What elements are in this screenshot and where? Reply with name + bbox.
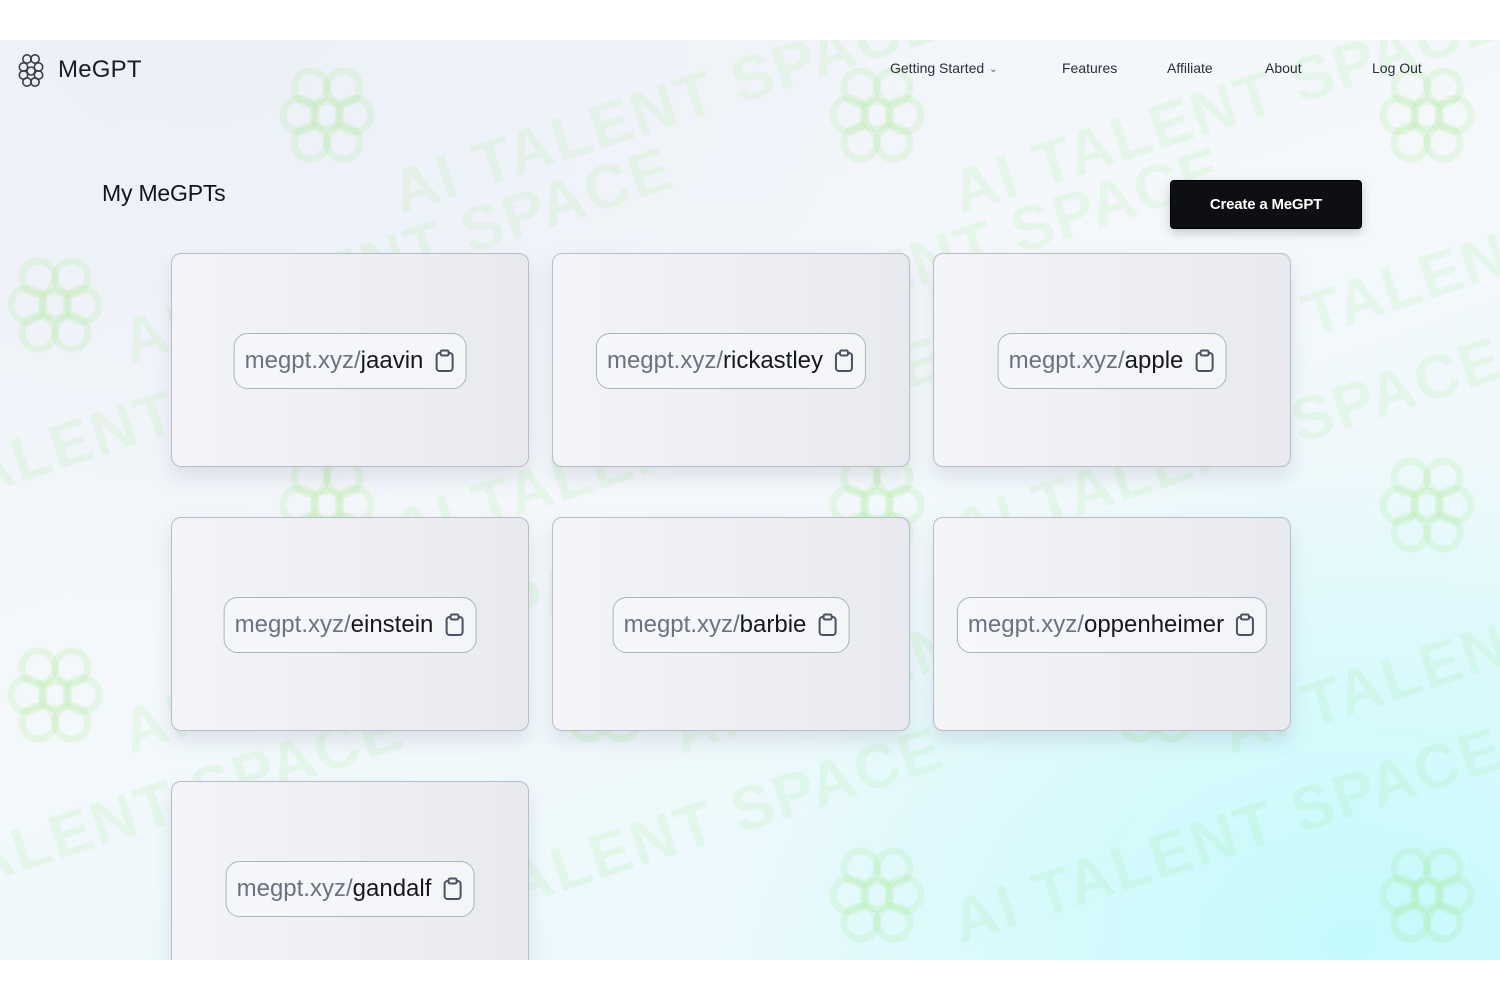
page-title: My MeGPTs (102, 180, 226, 206)
megpt-card[interactable]: megpt.xyz/rickastley (552, 253, 910, 467)
url-prefix: megpt.xyz/ (606, 347, 724, 374)
nav-features[interactable]: Features (1062, 60, 1117, 76)
megpt-card[interactable]: megpt.xyz/gandalf (171, 781, 529, 960)
watermark-knot-icon (7, 257, 103, 353)
url-prefix: megpt.xyz/ (623, 611, 740, 638)
clipboard-icon[interactable] (443, 613, 465, 637)
url-pill[interactable]: megpt.xyz/apple (997, 333, 1227, 389)
url-slug: einstein (350, 611, 434, 638)
url-slug: oppenheimer (1083, 611, 1225, 638)
top-header: MeGPT Getting Started ⌄ Features Affiliat… (0, 40, 1500, 100)
top-nav: Getting Started ⌄ Features Affiliate Abou… (0, 60, 1500, 84)
url-prefix: megpt.xyz/ (236, 875, 353, 902)
watermark-text: AI TALENT SPACE (943, 713, 1500, 958)
url-prefix: megpt.xyz/ (234, 611, 351, 638)
megpt-card[interactable]: megpt.xyz/jaavin (171, 253, 529, 467)
app-viewport: AI TALENT SPACE AI TALENT SPACE AI TALEN… (0, 40, 1500, 960)
megpt-card[interactable]: megpt.xyz/apple (933, 253, 1291, 467)
clipboard-icon[interactable] (1193, 349, 1215, 373)
url-slug: jaavin (360, 347, 424, 374)
url-slug: apple (1124, 347, 1184, 374)
megpt-card[interactable]: megpt.xyz/einstein (171, 517, 529, 731)
watermark-knot-icon (1379, 457, 1475, 553)
create-megpt-button[interactable]: Create a MeGPT (1170, 180, 1362, 229)
clipboard-icon[interactable] (833, 349, 855, 373)
watermark-knot-icon (829, 847, 925, 943)
nav-affiliate[interactable]: Affiliate (1167, 60, 1213, 76)
url-pill[interactable]: megpt.xyz/barbie (612, 597, 850, 653)
url-prefix: megpt.xyz/ (967, 611, 1084, 638)
clipboard-icon[interactable] (1234, 613, 1256, 637)
url-slug: gandalf (352, 875, 432, 902)
nav-getting-started-label: Getting Started (890, 60, 985, 76)
url-slug: rickastley (723, 347, 824, 374)
url-prefix: megpt.xyz/ (244, 347, 361, 374)
url-pill[interactable]: megpt.xyz/einstein (223, 597, 477, 653)
url-pill[interactable]: megpt.xyz/jaavin (233, 333, 467, 389)
chevron-down-icon: ⌄ (989, 64, 998, 75)
megpt-card[interactable]: megpt.xyz/barbie (552, 517, 910, 731)
url-slug: barbie (739, 611, 807, 638)
clipboard-icon[interactable] (441, 877, 463, 901)
megpt-card[interactable]: megpt.xyz/oppenheimer (933, 517, 1291, 731)
url-pill[interactable]: megpt.xyz/gandalf (225, 861, 475, 917)
watermark-knot-icon (7, 647, 103, 743)
watermark-knot-icon (1379, 847, 1475, 943)
url-pill[interactable]: megpt.xyz/oppenheimer (956, 597, 1268, 653)
url-prefix: megpt.xyz/ (1008, 347, 1125, 374)
url-pill[interactable]: megpt.xyz/rickastley (595, 333, 867, 389)
nav-getting-started[interactable]: Getting Started ⌄ (890, 60, 998, 76)
nav-about[interactable]: About (1265, 60, 1302, 76)
clipboard-icon[interactable] (816, 613, 838, 637)
clipboard-icon[interactable] (433, 349, 455, 373)
log-out-link[interactable]: Log Out (1372, 60, 1422, 76)
